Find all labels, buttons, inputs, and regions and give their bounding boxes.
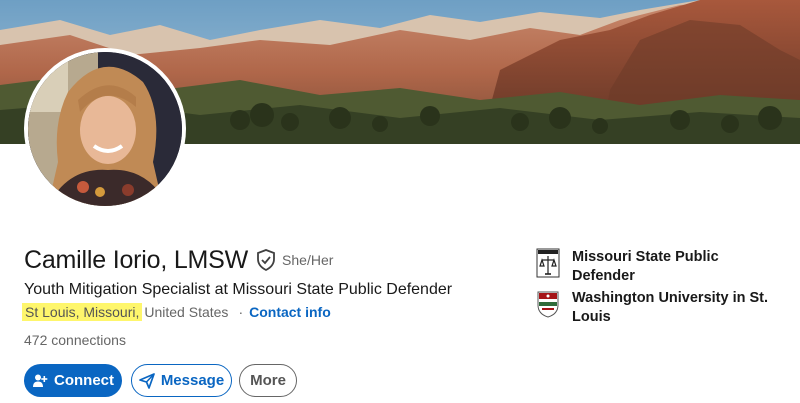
pronouns: She/Her [282,252,334,268]
send-icon [138,372,155,389]
connect-button-label: Connect [54,372,114,389]
more-button-label: More [250,372,286,389]
org-name: Washington University in St. Louis [572,290,769,325]
message-button-label: Message [160,372,225,389]
profile-headline: Youth Mitigation Specialist at Missouri … [24,281,453,298]
add-person-icon [32,373,48,389]
profile-avatar[interactable] [24,48,186,210]
public-defender-seal-icon [536,248,560,278]
washu-shield-icon [536,289,560,319]
connect-button[interactable]: Connect [24,364,122,397]
profile-name: Camille Iorio, LMSW [24,245,249,274]
org-missouri-public-defender[interactable]: Missouri State Public Defender [536,248,777,286]
org-name: Missouri State Public Defender [572,249,719,284]
verified-shield-icon[interactable] [256,249,276,272]
profile-name-row: Camille Iorio, LMSW She/Her [24,243,333,277]
message-button[interactable]: Message [131,364,232,397]
connections-count[interactable]: 472 connections [24,332,126,348]
org-washington-university[interactable]: Washington University in St. Louis [536,289,777,327]
location-highlighted: St Louis, Missouri, [22,303,143,321]
more-button[interactable]: More [239,364,297,397]
contact-info-link[interactable]: Contact info [249,304,331,320]
location-country: United States [144,304,229,320]
location-row: St Louis, Missouri, United States · Cont… [22,303,331,321]
separator-dot: · [238,304,244,320]
